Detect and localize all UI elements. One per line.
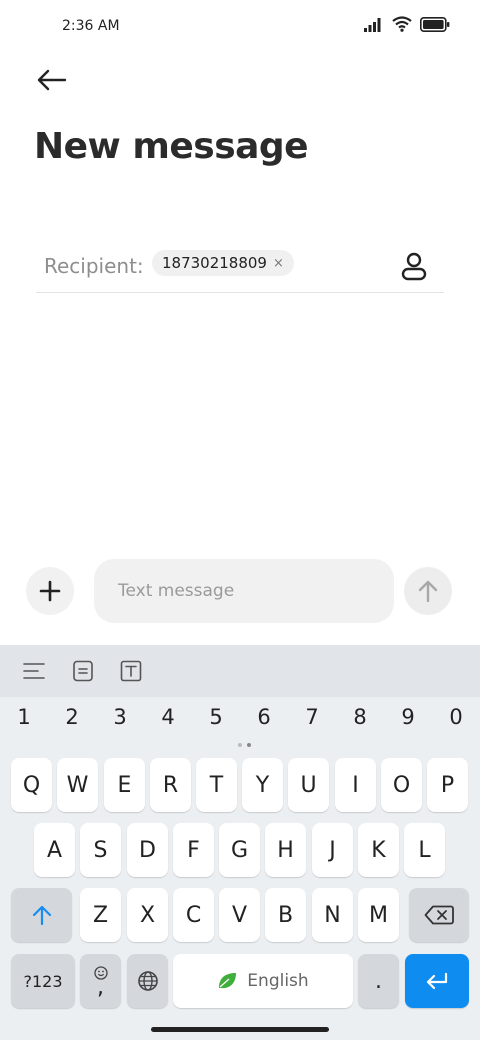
wifi-icon: [392, 16, 412, 36]
key-t[interactable]: T: [196, 758, 237, 812]
comma-label: ,: [97, 975, 104, 1000]
send-button[interactable]: [404, 567, 452, 615]
space-key-label: English: [247, 971, 309, 991]
recipient-chip-value: 18730218809: [162, 254, 267, 272]
key-2[interactable]: 2: [52, 705, 92, 729]
symbols-key-label: ?123: [23, 971, 63, 991]
key-k[interactable]: K: [358, 823, 399, 877]
key-8[interactable]: 8: [340, 705, 380, 729]
status-bar: 2:36 AM: [0, 0, 480, 52]
key-h[interactable]: H: [265, 823, 306, 877]
globe-icon: [137, 971, 158, 991]
back-button[interactable]: [34, 64, 70, 96]
recipient-row: Recipient: 18730218809 ×: [36, 240, 444, 293]
key-e[interactable]: E: [104, 758, 145, 812]
enter-icon: [426, 972, 448, 990]
arrow-left-icon: [37, 69, 67, 91]
key-j[interactable]: J: [312, 823, 353, 877]
language-key[interactable]: [127, 954, 168, 1008]
home-indicator[interactable]: [151, 1027, 329, 1032]
key-v[interactable]: V: [219, 888, 260, 942]
status-time: 2:36 AM: [62, 18, 120, 34]
emoji-comma-key[interactable]: ,: [80, 954, 121, 1008]
key-m[interactable]: M: [358, 888, 399, 942]
menu-lines-icon[interactable]: [22, 659, 46, 683]
key-0[interactable]: 0: [436, 705, 476, 729]
key-s[interactable]: S: [80, 823, 121, 877]
clipboard-icon[interactable]: [71, 659, 95, 683]
key-4[interactable]: 4: [148, 705, 188, 729]
chip-remove-icon[interactable]: ×: [273, 256, 284, 271]
shift-key[interactable]: [11, 888, 72, 942]
leaf-icon: [219, 973, 237, 989]
page-title: New message: [34, 126, 309, 167]
space-key-content: English: [217, 971, 309, 991]
page-dot: [238, 743, 242, 747]
backspace-icon: [424, 905, 454, 925]
page-dot-active: [247, 743, 251, 747]
keyboard-toolbar: [0, 645, 480, 697]
key-r[interactable]: R: [150, 758, 191, 812]
key-a[interactable]: A: [34, 823, 75, 877]
key-u[interactable]: U: [288, 758, 329, 812]
key-b[interactable]: B: [265, 888, 306, 942]
period-key[interactable]: .: [358, 954, 399, 1008]
key-z[interactable]: Z: [80, 888, 121, 942]
key-7[interactable]: 7: [292, 705, 332, 729]
recipient-chip[interactable]: 18730218809 ×: [152, 250, 294, 276]
symbols-key[interactable]: ?123: [11, 954, 75, 1008]
space-key[interactable]: English: [173, 954, 353, 1008]
text-box-icon[interactable]: [119, 659, 143, 683]
key-5[interactable]: 5: [196, 705, 236, 729]
attach-button[interactable]: [26, 567, 74, 615]
key-c[interactable]: C: [173, 888, 214, 942]
key-i[interactable]: I: [335, 758, 376, 812]
backspace-key[interactable]: [409, 888, 469, 942]
key-p[interactable]: P: [427, 758, 468, 812]
keyboard: 1 2 3 4 5 6 7 8 9 0 Q W E R T Y U I O P …: [0, 645, 480, 1040]
key-q[interactable]: Q: [11, 758, 52, 812]
person-icon: [401, 252, 427, 281]
number-row: 1 2 3 4 5 6 7 8 9 0: [0, 705, 480, 737]
keyboard-page-indicator: [238, 743, 251, 747]
key-w[interactable]: W: [57, 758, 98, 812]
key-1[interactable]: 1: [4, 705, 44, 729]
signal-icon: [364, 17, 384, 36]
key-6[interactable]: 6: [244, 705, 284, 729]
key-g[interactable]: G: [219, 823, 260, 877]
arrow-up-icon: [418, 580, 438, 603]
key-y[interactable]: Y: [242, 758, 283, 812]
contact-picker-button[interactable]: [398, 250, 430, 282]
enter-key[interactable]: [405, 954, 469, 1008]
key-3[interactable]: 3: [100, 705, 140, 729]
battery-icon: [420, 16, 450, 36]
key-d[interactable]: D: [127, 823, 168, 877]
recipient-label: Recipient:: [44, 254, 144, 278]
key-f[interactable]: F: [173, 823, 214, 877]
key-x[interactable]: X: [127, 888, 168, 942]
key-l[interactable]: L: [404, 823, 445, 877]
key-9[interactable]: 9: [388, 705, 428, 729]
shift-arrow-icon: [32, 905, 51, 926]
plus-icon: [39, 580, 61, 602]
key-n[interactable]: N: [312, 888, 353, 942]
key-o[interactable]: O: [381, 758, 422, 812]
message-input[interactable]: [94, 559, 394, 623]
status-icons: [364, 16, 450, 36]
